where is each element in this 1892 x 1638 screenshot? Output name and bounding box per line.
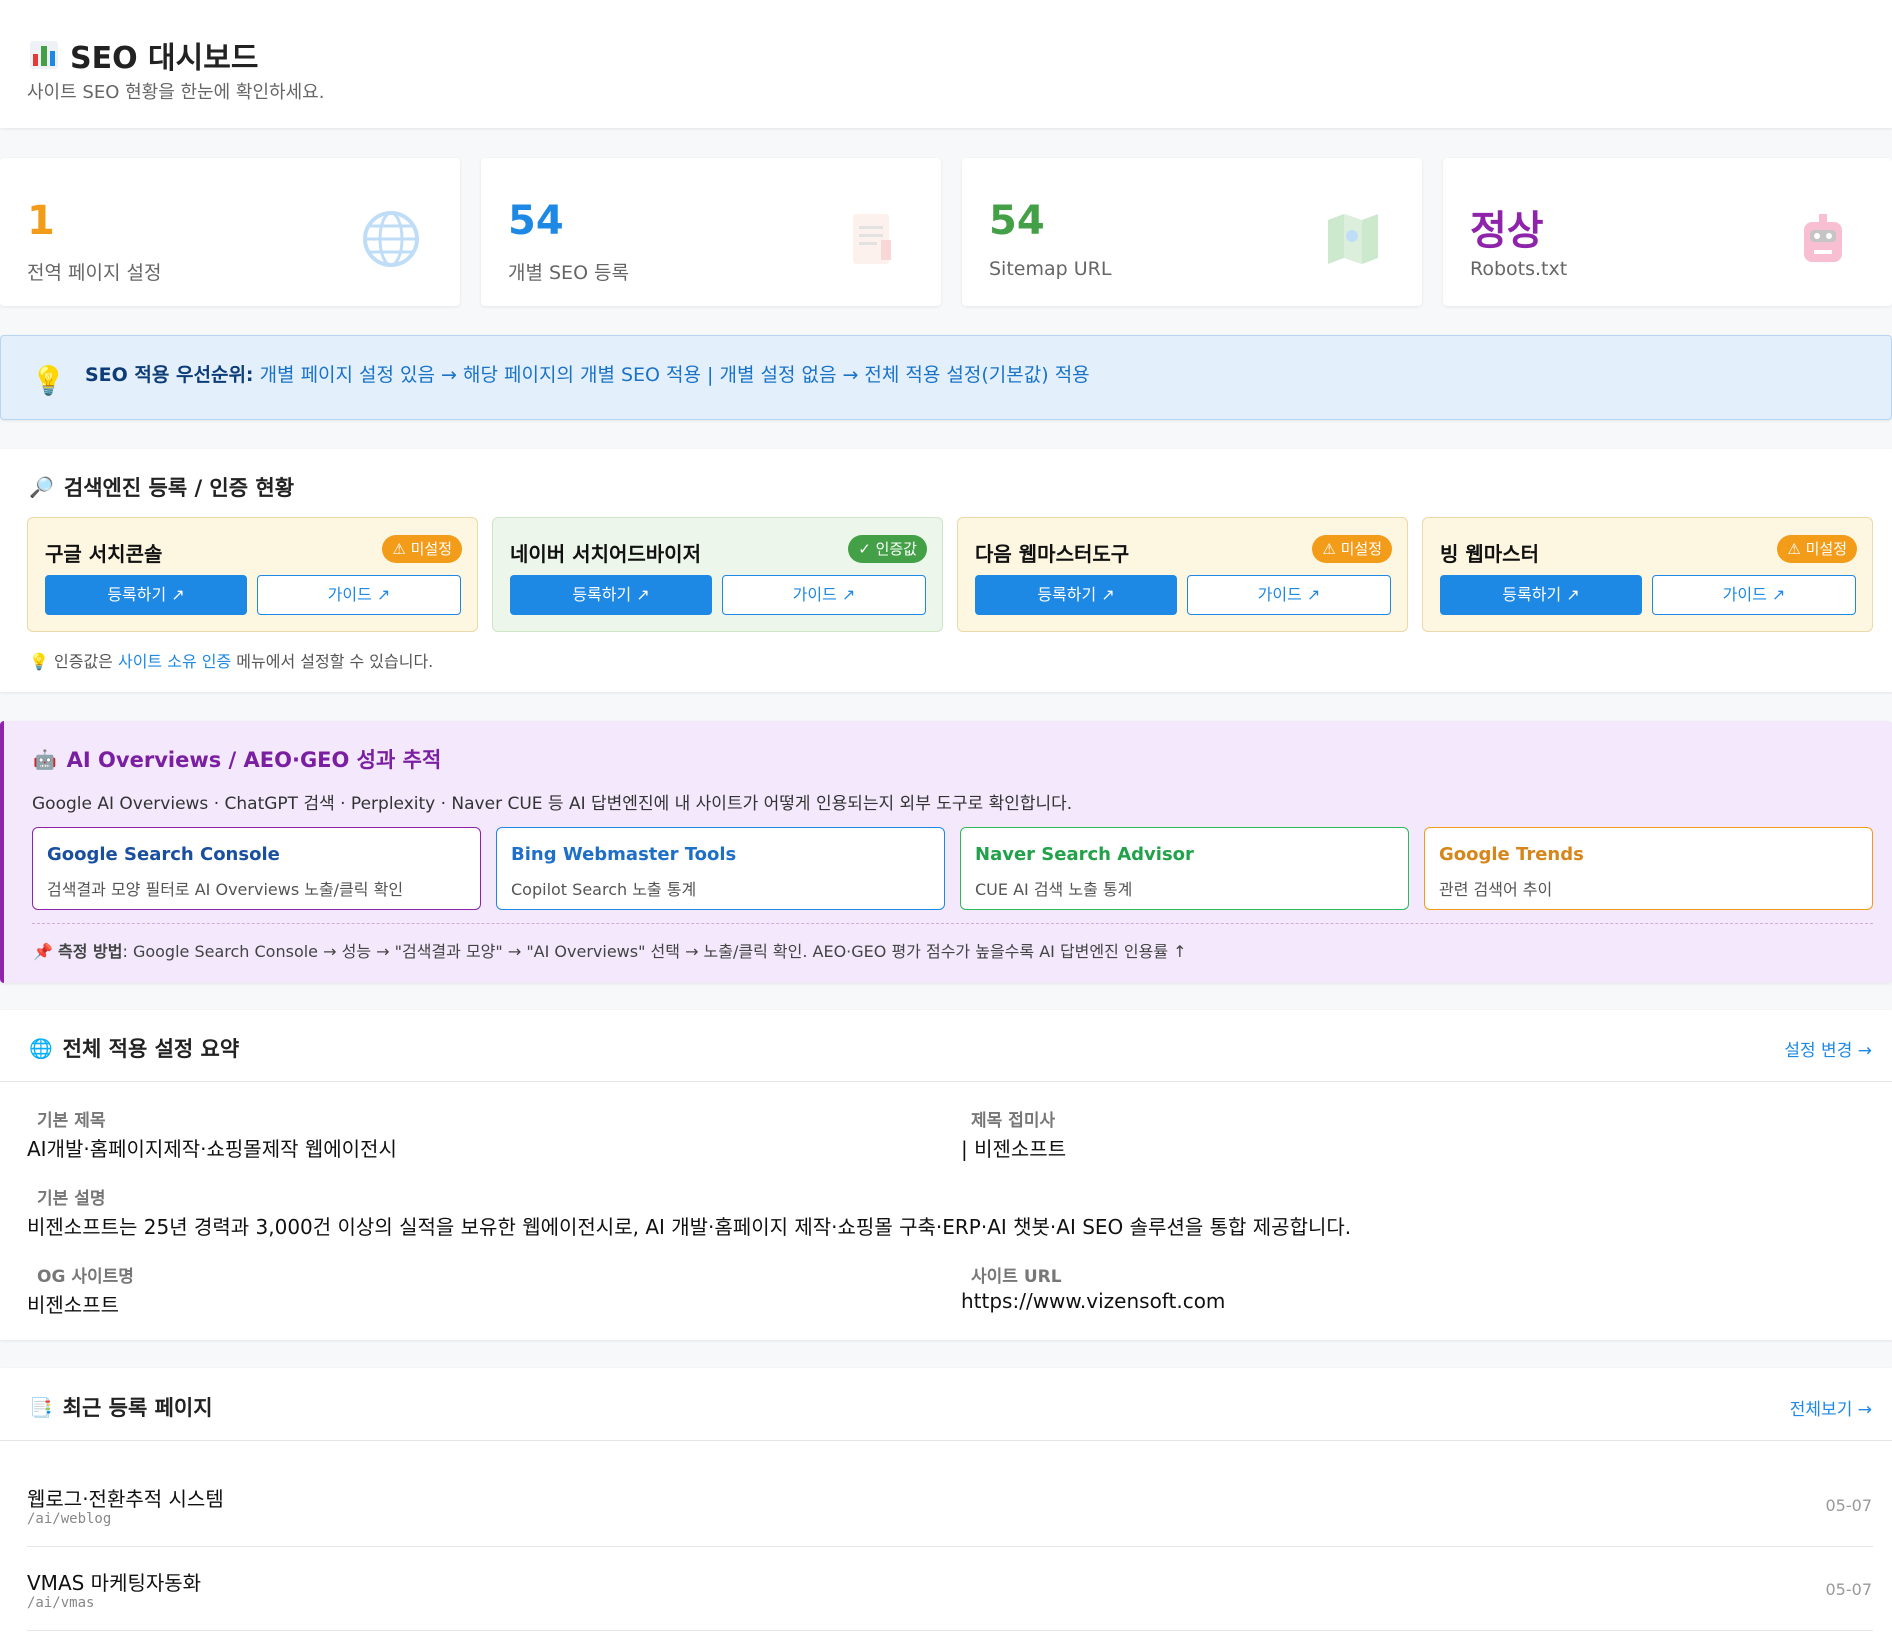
tool-card-bing[interactable]: Bing Webmaster Tools Copilot Search 노출 통…	[496, 827, 945, 910]
row-divider	[27, 1630, 1873, 1631]
tool-desc: 검색결과 모양 필터로 AI Overviews 노출/클릭 확인	[47, 880, 404, 899]
recent-section	[0, 1368, 1892, 1638]
engine-section-title: 🔎 검색엔진 등록 / 인증 현황	[29, 475, 295, 500]
document-icon	[853, 214, 891, 264]
og-site-label: OG 사이트명	[37, 1267, 134, 1287]
title-suffix-value: | 비젠소프트	[961, 1137, 1067, 1161]
summary-section-title: 🌐 전체 적용 설정 요약	[29, 1037, 240, 1061]
base-title-value: AI개발·홈페이지제작·쇼핑몰제작 웹에이전시	[27, 1137, 397, 1161]
site-url-label: 사이트 URL	[971, 1267, 1062, 1287]
stat-value: 1	[27, 198, 55, 244]
page-title: SEO 대시보드	[30, 33, 258, 77]
page-date: 05-07	[1825, 1580, 1873, 1599]
page-title-text[interactable]: VMAS 마케팅자동화	[27, 1567, 201, 1596]
stat-label: Sitemap URL	[989, 258, 1112, 280]
pin-icon: 📌	[33, 942, 53, 961]
status-badge: ✓ 인증값	[848, 535, 927, 563]
engine-name: 빙 웹마스터	[1440, 542, 1539, 566]
status-badge: ⚠ 미설정	[1312, 535, 1392, 563]
register-button[interactable]: 등록하기 ↗	[510, 575, 712, 615]
map-icon	[1328, 214, 1378, 264]
page-date: 05-07	[1825, 1496, 1873, 1515]
page-header: SEO 대시보드 사이트 SEO 현황을 한눈에 확인하세요.	[0, 0, 1892, 128]
engine-card-daum: 다음 웹마스터도구 ⚠ 미설정 등록하기 ↗ 가이드 ↗	[957, 517, 1408, 632]
stat-label: 전역 페이지 설정	[27, 262, 162, 284]
measure-method: 📌 측정 방법: Google Search Console → 성능 → "검…	[33, 942, 1187, 961]
base-desc-label: 기본 설명	[37, 1189, 106, 1209]
engine-name: 다음 웹마스터도구	[975, 542, 1130, 566]
stat-card-global: 1 전역 페이지 설정	[0, 158, 460, 306]
site-url-value: https://www.vizensoft.com	[961, 1289, 1226, 1313]
tool-name[interactable]: Bing Webmaster Tools	[511, 844, 736, 865]
ai-section-title: 🤖 AI Overviews / AEO·GEO 성과 추적	[33, 748, 442, 772]
stat-value: 54	[989, 198, 1045, 244]
robot-icon: 🤖	[33, 748, 57, 771]
magnifier-icon: 🔎	[29, 475, 54, 499]
recent-section-title: 📑 최근 등록 페이지	[29, 1396, 213, 1420]
tool-card-naver[interactable]: Naver Search Advisor CUE AI 검색 노출 통계	[960, 827, 1409, 910]
stat-label: Robots.txt	[1470, 258, 1568, 280]
engine-card-bing: 빙 웹마스터 ⚠ 미설정 등록하기 ↗ 가이드 ↗	[1422, 517, 1873, 632]
register-button[interactable]: 등록하기 ↗	[975, 575, 1177, 615]
engine-hint: 💡 인증값은 사이트 소유 인증 메뉴에서 설정할 수 있습니다.	[29, 652, 434, 671]
notice-text: SEO 적용 우선순위: 개별 페이지 설정 있음 → 해당 페이지의 개별 S…	[85, 364, 1090, 386]
ai-description: Google AI Overviews · ChatGPT 검색 · Perpl…	[32, 794, 1073, 814]
lightbulb-icon: 💡	[31, 364, 66, 397]
summary-divider	[0, 1081, 1892, 1082]
site-ownership-link[interactable]: 사이트 소유 인증	[118, 652, 231, 671]
register-button[interactable]: 등록하기 ↗	[1440, 575, 1642, 615]
page-title-text[interactable]: 웹로그·전환추적 시스템	[27, 1483, 224, 1512]
tool-card-gsc[interactable]: Google Search Console 검색결과 모양 필터로 AI Ove…	[32, 827, 481, 910]
settings-change-link[interactable]: 설정 변경 →	[1784, 1036, 1872, 1061]
status-badge: ⚠ 미설정	[1777, 535, 1857, 563]
guide-button[interactable]: 가이드 ↗	[1652, 575, 1856, 615]
engine-card-google: 구글 서치콘솔 ⚠ 미설정 등록하기 ↗ 가이드 ↗	[27, 517, 478, 632]
og-site-value: 비젠소프트	[27, 1293, 119, 1317]
priority-notice: 💡 SEO 적용 우선순위: 개별 페이지 설정 있음 → 해당 페이지의 개별…	[0, 335, 1892, 420]
robot-icon	[1804, 214, 1842, 262]
guide-button[interactable]: 가이드 ↗	[722, 575, 926, 615]
notepad-icon: 📑	[29, 1396, 53, 1419]
lightbulb-icon: 💡	[29, 652, 49, 671]
stat-value: 정상	[1470, 208, 1544, 254]
stat-card-robots: 정상 Robots.txt	[1443, 158, 1892, 306]
base-desc-value: 비젠소프트는 25년 경력과 3,000건 이상의 실적을 보유한 웹에이전시로…	[27, 1215, 1352, 1239]
engine-name: 구글 서치콘솔	[45, 542, 163, 566]
stat-card-individual: 54 개별 SEO 등록	[481, 158, 941, 306]
globe-icon: 🌐	[29, 1037, 53, 1060]
chart-icon	[30, 41, 58, 69]
row-divider	[27, 1546, 1873, 1547]
stat-value: 54	[508, 198, 564, 244]
base-title-label: 기본 제목	[37, 1111, 106, 1131]
tool-name[interactable]: Naver Search Advisor	[975, 844, 1194, 865]
stat-label: 개별 SEO 등록	[508, 262, 630, 284]
engine-name: 네이버 서치어드바이저	[510, 542, 701, 566]
page-subtitle: 사이트 SEO 현황을 한눈에 확인하세요.	[27, 82, 325, 103]
view-all-link[interactable]: 전체보기 →	[1790, 1395, 1872, 1420]
status-badge: ⚠ 미설정	[382, 535, 462, 563]
guide-button[interactable]: 가이드 ↗	[257, 575, 461, 615]
page-path: /ai/vmas	[27, 1595, 95, 1611]
stat-card-sitemap: 54 Sitemap URL	[962, 158, 1422, 306]
tool-desc: Copilot Search 노출 통계	[511, 880, 697, 899]
globe-icon	[363, 211, 419, 267]
tool-desc: 관련 검색어 추이	[1439, 880, 1553, 899]
guide-button[interactable]: 가이드 ↗	[1187, 575, 1391, 615]
tool-desc: CUE AI 검색 노출 통계	[975, 880, 1133, 899]
summary-section	[0, 1010, 1892, 1340]
tool-name[interactable]: Google Trends	[1439, 844, 1584, 865]
title-suffix-label: 제목 접미사	[971, 1111, 1056, 1131]
tool-card-trends[interactable]: Google Trends 관련 검색어 추이	[1424, 827, 1873, 910]
register-button[interactable]: 등록하기 ↗	[45, 575, 247, 615]
engine-card-naver: 네이버 서치어드바이저 ✓ 인증값 등록하기 ↗ 가이드 ↗	[492, 517, 943, 632]
page-path: /ai/weblog	[27, 1511, 112, 1527]
recent-divider	[0, 1440, 1892, 1441]
ai-divider	[32, 923, 1873, 924]
tool-name[interactable]: Google Search Console	[47, 844, 280, 865]
